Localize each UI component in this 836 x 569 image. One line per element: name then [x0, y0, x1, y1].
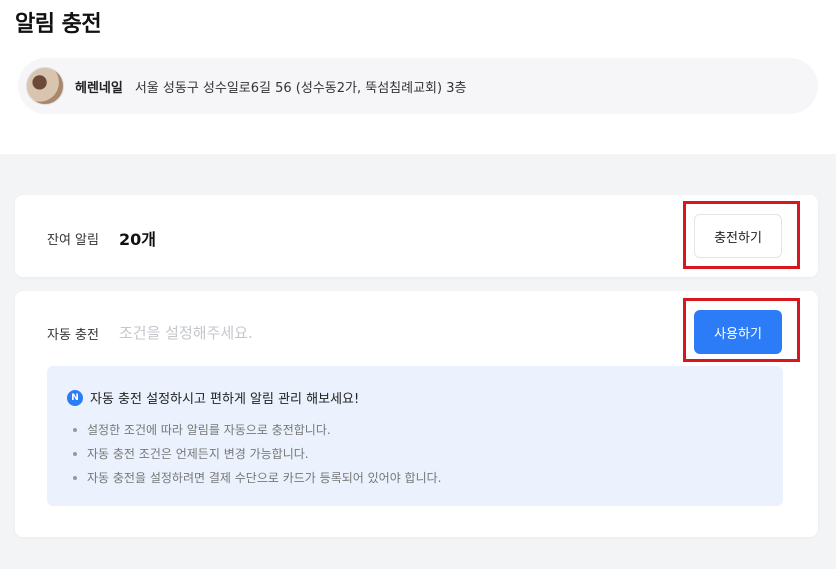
list-item: 설정한 조건에 따라 알림를 자동으로 충전합니다.	[73, 418, 442, 442]
auto-charge-card: 자동 충전 조건을 설정해주세요. 사용하기 N 자동 충전 설정하시고 편하게…	[15, 291, 818, 537]
charge-button[interactable]: 충전하기	[694, 214, 782, 258]
new-badge-icon: N	[67, 389, 83, 406]
bullet-icon	[73, 476, 77, 480]
list-item-text: 자동 충전을 설정하려면 결제 수단으로 카드가 등록되어 있어야 합니다.	[87, 471, 442, 485]
remaining-alerts-card: 잔여 알림 20개 충전하기	[15, 195, 818, 277]
use-auto-charge-button[interactable]: 사용하기	[694, 310, 782, 354]
page-title: 알림 충전	[15, 12, 102, 37]
auto-charge-label: 자동 충전	[47, 328, 99, 343]
shop-info-bar: 헤렌네일 서울 성동구 성수일로6길 56 (성수동2가, 뚝섬침례교회) 3층	[18, 58, 818, 114]
shop-name: 헤렌네일	[75, 80, 123, 96]
bullet-icon	[73, 428, 77, 432]
list-item: 자동 충전을 설정하려면 결제 수단으로 카드가 등록되어 있어야 합니다.	[73, 466, 442, 490]
shop-address: 서울 성동구 성수일로6길 56 (성수동2가, 뚝섬침례교회) 3층	[134, 80, 467, 96]
auto-charge-condition-placeholder: 조건을 설정해주세요.	[119, 324, 253, 342]
list-item-text: 설정한 조건에 따라 알림를 자동으로 충전합니다.	[87, 423, 331, 437]
info-title-text: 자동 충전 설정하시고 편하게 알림 관리 해보세요!	[90, 392, 360, 407]
remaining-alerts-label: 잔여 알림	[47, 233, 99, 248]
shop-avatar	[26, 67, 64, 105]
remaining-alerts-count: 20개	[119, 230, 156, 249]
info-list: 설정한 조건에 따라 알림를 자동으로 충전합니다. 자동 충전 조건은 언제든…	[73, 418, 442, 490]
list-item-text: 자동 충전 조건은 언제든지 변경 가능합니다.	[87, 447, 309, 461]
bullet-icon	[73, 452, 77, 456]
list-item: 자동 충전 조건은 언제든지 변경 가능합니다.	[73, 442, 442, 466]
info-title: N 자동 충전 설정하시고 편하게 알림 관리 해보세요!	[67, 388, 359, 407]
auto-charge-info-box: N 자동 충전 설정하시고 편하게 알림 관리 해보세요! 설정한 조건에 따라…	[47, 366, 783, 506]
